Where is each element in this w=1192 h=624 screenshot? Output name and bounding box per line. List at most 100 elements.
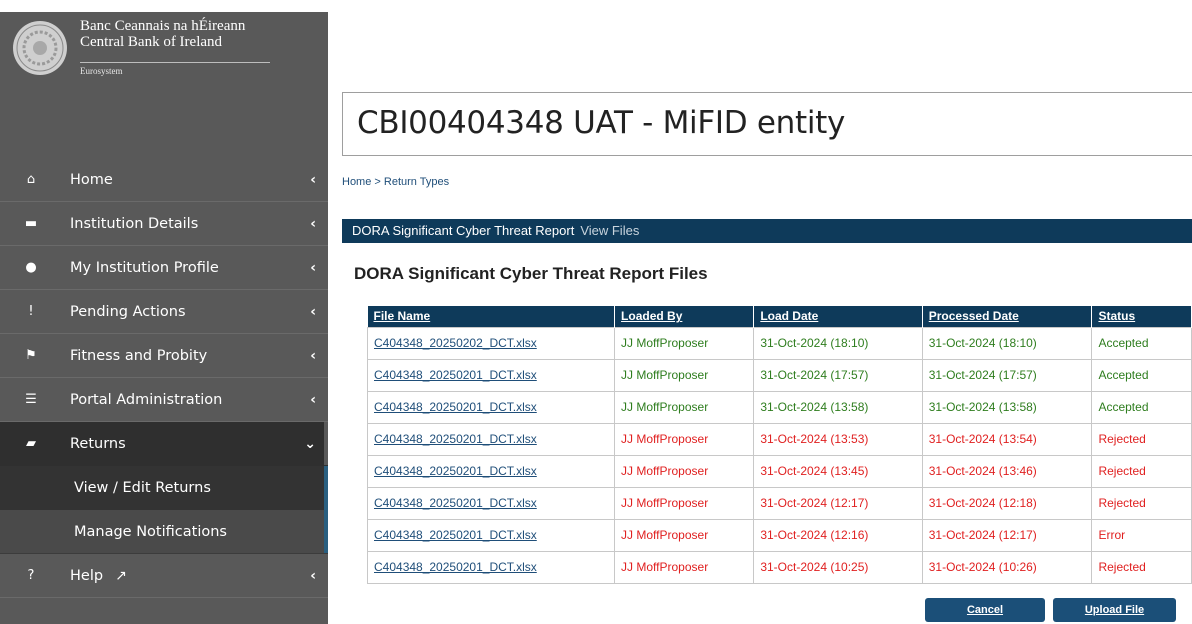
question-icon: ?	[27, 568, 35, 583]
sidebar-subitem-label: Manage Notifications	[74, 523, 227, 540]
sidebar-item-portal-administration[interactable]: ☰ Portal Administration ‹	[0, 378, 328, 422]
sidebar-item-help[interactable]: ? Help ↗ ‹	[0, 554, 328, 598]
breadcrumb: Home > Return Types	[342, 176, 449, 188]
help-label: Help	[70, 567, 104, 584]
sidebar-item-label: My Institution Profile	[70, 259, 219, 276]
file-name-link[interactable]: C404348_20250201_DCT.xlsx	[366, 550, 616, 584]
status-cell: Rejected	[1091, 454, 1192, 488]
bank-divider	[80, 62, 270, 63]
page-title-box: CBI00404348 UAT - MiFID entity	[342, 92, 1192, 156]
load-date-cell: 31-Oct-2024 (12:16)	[753, 518, 923, 552]
load-date-cell: 31-Oct-2024 (17:57)	[753, 358, 923, 392]
table-header-row: File Name Loaded By Load Date Processed …	[367, 306, 1192, 327]
files-heading: DORA Significant Cyber Threat Report Fil…	[354, 264, 708, 283]
load-date-cell: 31-Oct-2024 (18:10)	[753, 326, 923, 360]
loaded-by-cell: JJ MoffProposer	[614, 486, 755, 520]
file-name-link[interactable]: C404348_20250202_DCT.xlsx	[366, 326, 616, 360]
sidebar-item-my-institution-profile[interactable]: ● My Institution Profile ‹	[0, 246, 328, 290]
bank-logo[interactable]: Banc Ceannais na hÉireann Central Bank o…	[0, 12, 328, 162]
bank-subtitle: Eurosystem	[80, 66, 123, 76]
breadcrumb-separator: >	[371, 176, 384, 188]
alert-icon: !	[28, 304, 34, 319]
breadcrumb-home-link[interactable]: Home	[342, 176, 371, 188]
sidebar-item-pending-actions[interactable]: ! Pending Actions ‹	[0, 290, 328, 334]
banner-section-title: DORA Significant Cyber Threat Report	[352, 223, 575, 238]
load-date-cell: 31-Oct-2024 (13:58)	[753, 390, 923, 424]
table-row: C404348_20250201_DCT.xlsx JJ MoffPropose…	[366, 390, 1192, 424]
file-name-link[interactable]: C404348_20250201_DCT.xlsx	[366, 422, 616, 456]
loaded-by-cell: JJ MoffProposer	[614, 518, 755, 552]
load-date-cell: 31-Oct-2024 (10:25)	[753, 550, 923, 584]
sidebar-subitem-label: View / Edit Returns	[74, 480, 211, 496]
processed-date-cell: 31-Oct-2024 (18:10)	[921, 326, 1093, 360]
sidebar-item-label: Returns	[70, 435, 126, 452]
status-cell: Rejected	[1091, 550, 1192, 584]
status-cell: Rejected	[1091, 422, 1192, 456]
chevron-left-icon: ‹	[310, 567, 316, 584]
status-cell: Accepted	[1091, 358, 1192, 392]
loaded-by-cell: JJ MoffProposer	[614, 358, 755, 392]
load-date-cell: 31-Oct-2024 (13:45)	[753, 454, 923, 488]
status-cell: Rejected	[1091, 486, 1192, 520]
sidebar-item-fitness-and-probity[interactable]: ⚑ Fitness and Probity ‹	[0, 334, 328, 378]
column-header-loaded-by[interactable]: Loaded By	[614, 306, 755, 327]
column-header-file-name[interactable]: File Name	[367, 306, 616, 327]
sidebar-item-label: Fitness and Probity	[70, 347, 208, 364]
sidebar-item-label: Home	[70, 171, 113, 188]
bank-name-irish: Banc Ceannais na hÉireann	[80, 18, 246, 34]
processed-date-cell: 31-Oct-2024 (17:57)	[921, 358, 1093, 392]
status-cell: Accepted	[1091, 326, 1192, 360]
column-header-processed-date[interactable]: Processed Date	[922, 306, 1093, 327]
file-name-link[interactable]: C404348_20250201_DCT.xlsx	[366, 358, 616, 392]
file-name-link[interactable]: C404348_20250201_DCT.xlsx	[366, 454, 616, 488]
sidebar-item-home[interactable]: ⌂ Home ‹	[0, 158, 328, 202]
table-row: C404348_20250201_DCT.xlsx JJ MoffPropose…	[366, 454, 1192, 488]
cancel-button[interactable]: Cancel	[925, 598, 1045, 622]
sidebar-top-band	[0, 0, 328, 12]
sidebar-subitem-view-edit-returns[interactable]: View / Edit Returns	[0, 466, 328, 510]
status-cell: Error	[1091, 518, 1192, 552]
breadcrumb-return-types-link[interactable]: Return Types	[384, 176, 449, 188]
bank-seal-icon	[13, 21, 67, 75]
load-date-cell: 31-Oct-2024 (12:17)	[753, 486, 923, 520]
chevron-left-icon: ‹	[310, 259, 316, 276]
column-header-load-date[interactable]: Load Date	[753, 306, 923, 327]
bank-name: Banc Ceannais na hÉireann Central Bank o…	[80, 18, 245, 50]
status-cell: Accepted	[1091, 390, 1192, 424]
column-header-status[interactable]: Status	[1091, 306, 1192, 327]
load-date-cell: 31-Oct-2024 (13:53)	[753, 422, 923, 456]
processed-date-cell: 31-Oct-2024 (12:18)	[921, 486, 1093, 520]
chevron-left-icon: ‹	[310, 215, 316, 232]
chevron-left-icon: ‹	[310, 303, 316, 320]
file-name-link[interactable]: C404348_20250201_DCT.xlsx	[366, 390, 616, 424]
chevron-left-icon: ‹	[310, 391, 316, 408]
table-row: C404348_20250201_DCT.xlsx JJ MoffPropose…	[366, 358, 1192, 392]
upload-file-button[interactable]: Upload File	[1053, 598, 1176, 622]
sidebar-item-returns[interactable]: ▰ Returns ⌄	[0, 422, 328, 466]
processed-date-cell: 31-Oct-2024 (13:54)	[921, 422, 1093, 456]
sidebar-item-institution-details[interactable]: ▬ Institution Details ‹	[0, 202, 328, 246]
sidebar-item-label: Portal Administration	[70, 391, 223, 408]
flag-icon: ⚑	[25, 348, 37, 363]
loaded-by-cell: JJ MoffProposer	[614, 326, 755, 360]
file-name-link[interactable]: C404348_20250201_DCT.xlsx	[366, 486, 616, 520]
sidebar-subitem-manage-notifications[interactable]: Manage Notifications	[0, 510, 328, 554]
processed-date-cell: 31-Oct-2024 (10:26)	[921, 550, 1093, 584]
loaded-by-cell: JJ MoffProposer	[614, 454, 755, 488]
external-link-icon: ↗	[115, 567, 127, 584]
home-icon: ⌂	[26, 172, 36, 187]
briefcase-icon: ▬	[24, 216, 38, 231]
folder-open-icon: ▰	[26, 436, 36, 451]
chevron-left-icon: ‹	[310, 347, 316, 364]
chevron-left-icon: ‹	[310, 171, 316, 188]
processed-date-cell: 31-Oct-2024 (13:58)	[921, 390, 1093, 424]
list-icon: ☰	[25, 392, 37, 407]
processed-date-cell: 31-Oct-2024 (13:46)	[921, 454, 1093, 488]
table-row: C404348_20250201_DCT.xlsx JJ MoffPropose…	[366, 518, 1192, 552]
loaded-by-cell: JJ MoffProposer	[614, 422, 755, 456]
bank-name-english: Central Bank of Ireland	[80, 34, 223, 50]
sidebar-nav: ⌂ Home ‹ ▬ Institution Details ‹ ● My In…	[0, 158, 328, 598]
table-row: C404348_20250202_DCT.xlsx JJ MoffPropose…	[366, 326, 1192, 360]
file-name-link[interactable]: C404348_20250201_DCT.xlsx	[366, 518, 616, 552]
loaded-by-cell: JJ MoffProposer	[614, 550, 755, 584]
